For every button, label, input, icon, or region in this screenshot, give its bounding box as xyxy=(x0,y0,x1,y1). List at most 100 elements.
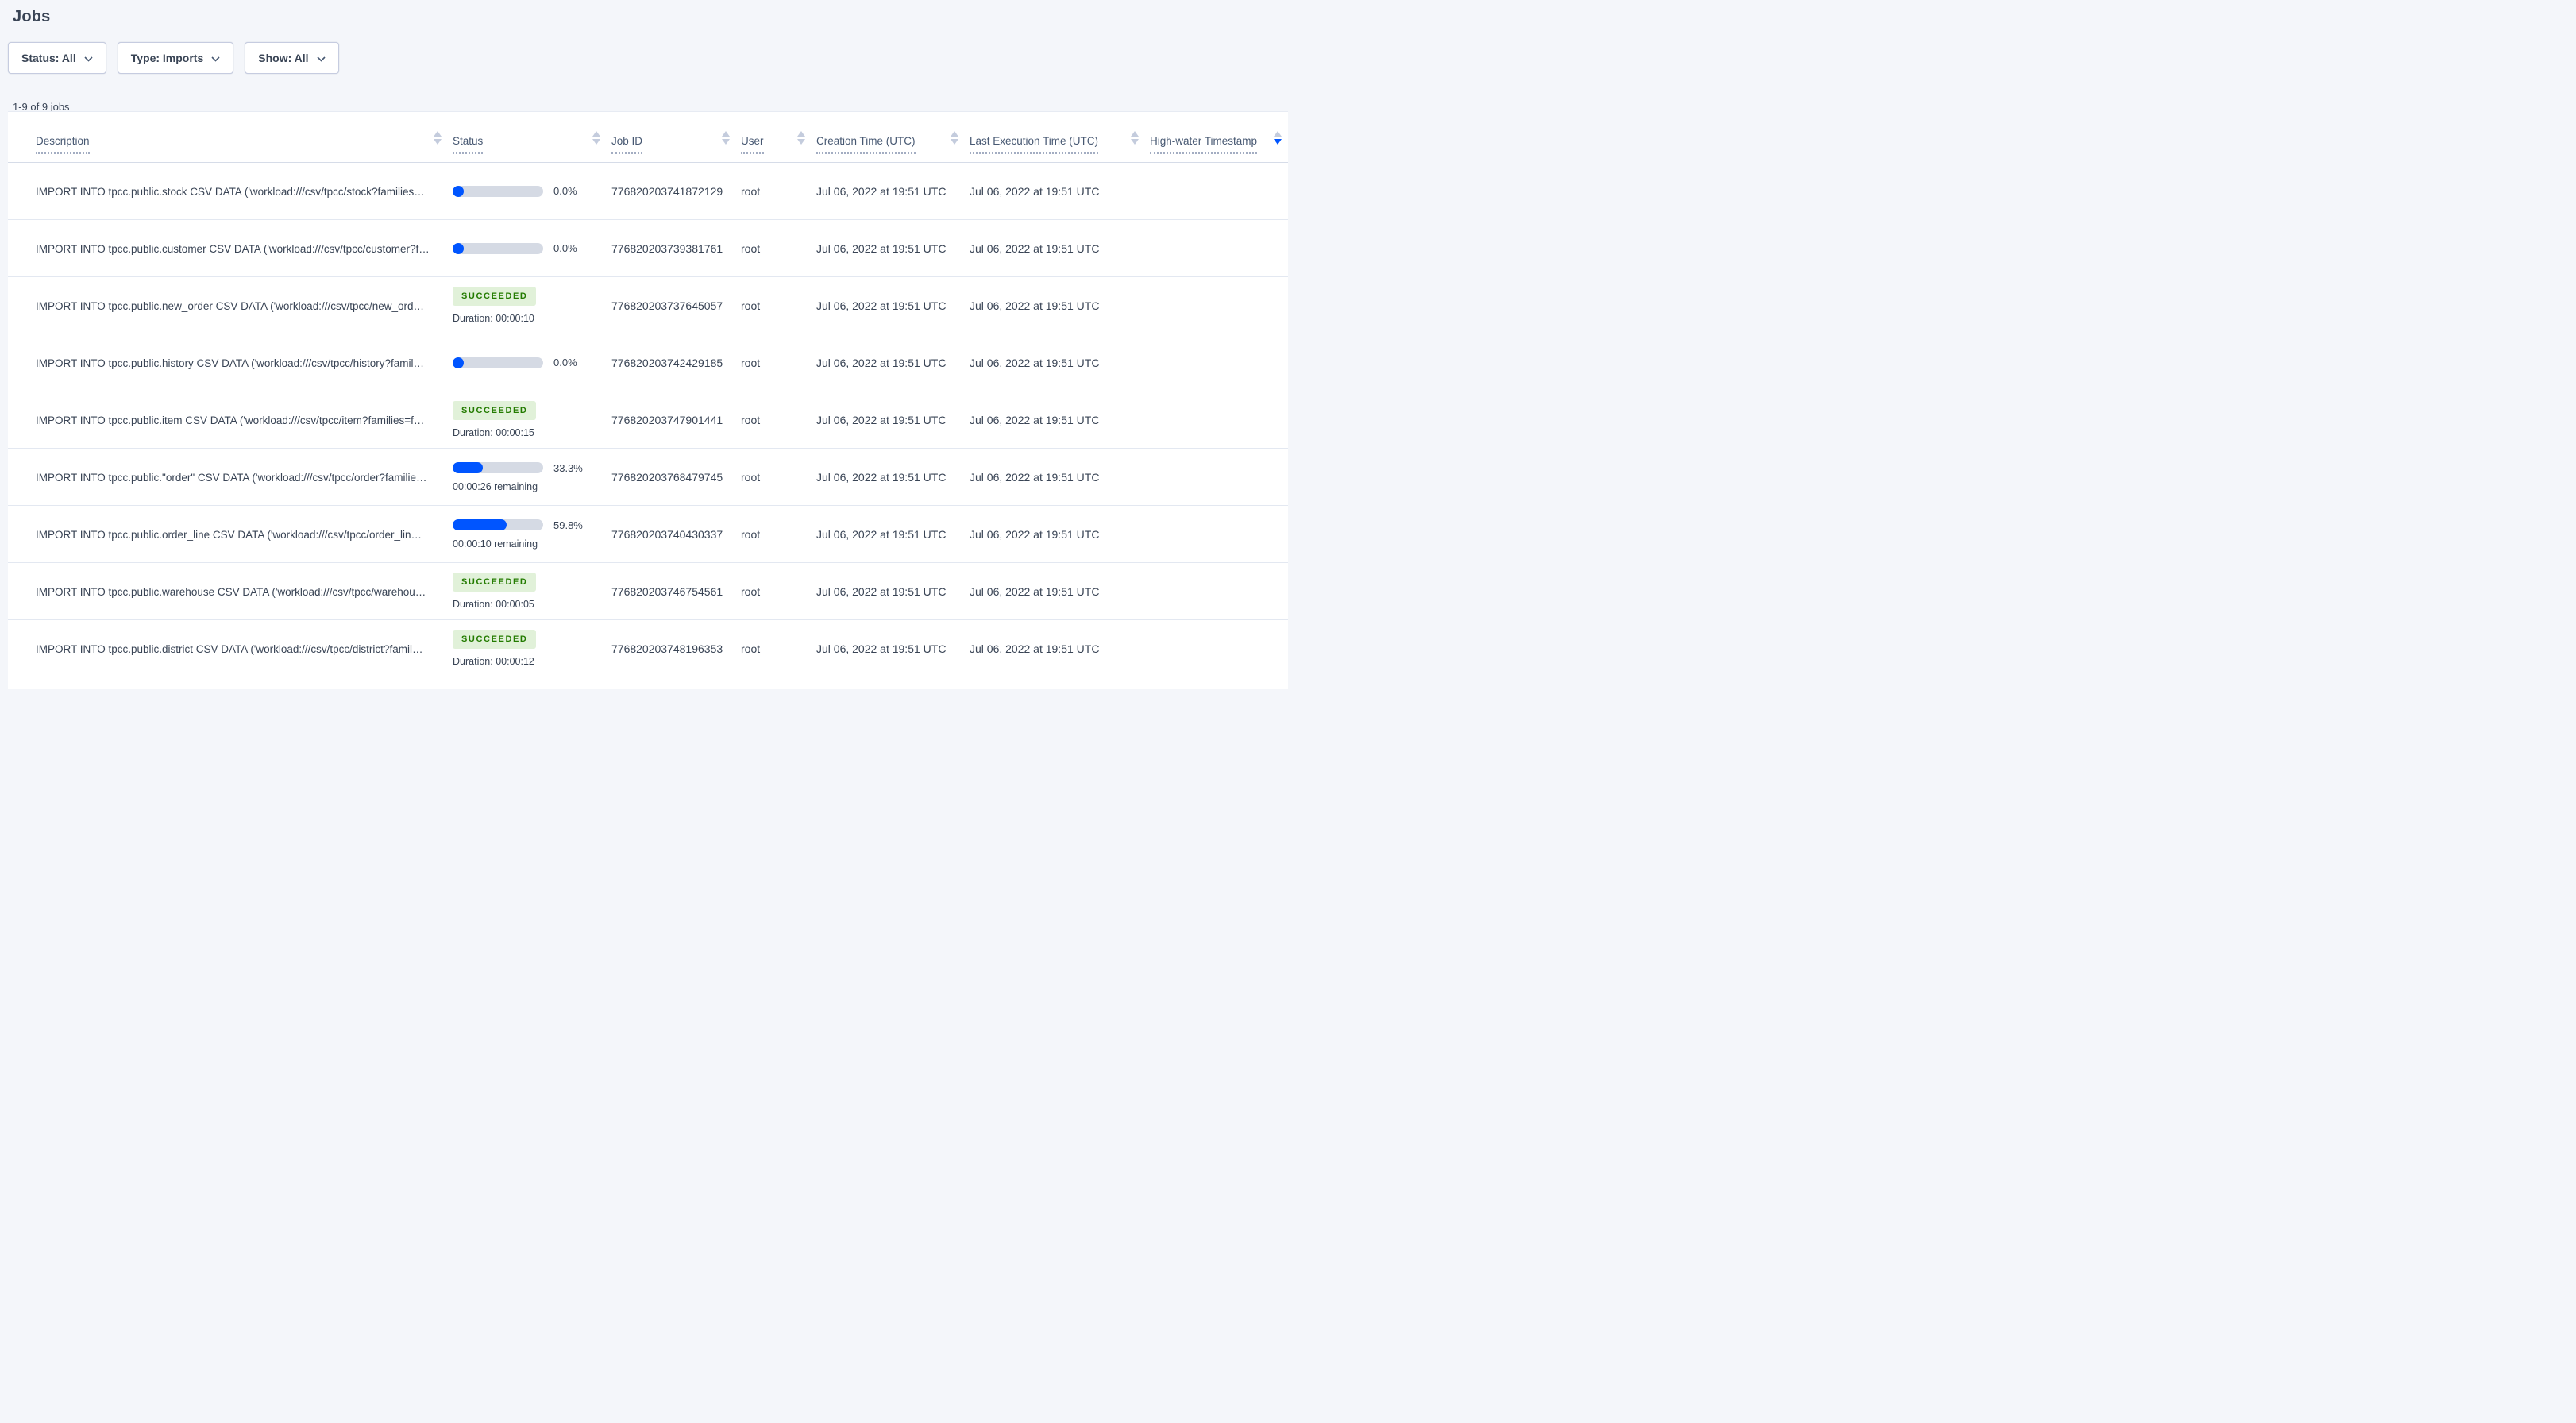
progress-percent: 0.0% xyxy=(553,242,577,254)
show-filter-dropdown[interactable]: Show: All xyxy=(245,42,339,74)
sort-arrows-icon xyxy=(951,131,958,145)
status-subtext: Duration: 00:00:15 xyxy=(453,427,534,438)
progress-track xyxy=(453,242,543,254)
job-creation-time-cell: Jul 06, 2022 at 19:51 UTC xyxy=(816,184,947,198)
status-badge: SUCCEEDED xyxy=(453,287,537,306)
column-header-job-id[interactable]: Job ID xyxy=(611,131,741,162)
progress-track xyxy=(453,462,543,473)
job-last-execution-time-cell: Jul 06, 2022 at 19:51 UTC xyxy=(970,241,1100,255)
status-subtext: Duration: 00:00:12 xyxy=(453,656,534,667)
job-description-cell: IMPORT INTO tpcc.public.district CSV DAT… xyxy=(8,642,453,655)
column-header-description[interactable]: Description xyxy=(8,131,453,162)
job-description: IMPORT INTO tpcc.public."order" CSV DATA… xyxy=(36,471,427,484)
page-title: Jobs xyxy=(13,8,51,25)
table-row: IMPORT INTO tpcc.public.stock CSV DATA (… xyxy=(8,163,1288,220)
job-description: IMPORT INTO tpcc.public.item CSV DATA ('… xyxy=(36,414,425,426)
job-status-cell: SUCCEEDED Duration: 00:00:10 xyxy=(453,287,611,324)
job-last-execution-time-cell: Jul 06, 2022 at 19:51 UTC xyxy=(970,356,1100,369)
status-subtext: Duration: 00:00:10 xyxy=(453,313,534,324)
status-filter-dropdown[interactable]: Status: All xyxy=(8,42,106,74)
progress-track xyxy=(453,185,543,197)
progress-fill xyxy=(453,242,464,254)
status-filter-label: Status: All xyxy=(21,52,76,64)
job-description: IMPORT INTO tpcc.public.customer CSV DAT… xyxy=(36,242,430,255)
chevron-down-icon xyxy=(316,56,326,62)
sort-arrows-icon xyxy=(592,131,600,145)
column-header-status[interactable]: Status xyxy=(453,131,611,162)
job-status-cell: 0.0% xyxy=(453,242,611,254)
progress-bar: 0.0% xyxy=(453,357,611,368)
job-user-cell: root xyxy=(741,584,761,598)
sort-desc-icon xyxy=(1274,131,1282,145)
progress-percent: 0.0% xyxy=(553,185,577,197)
type-filter-label: Type: Imports xyxy=(130,52,204,64)
table-row: IMPORT INTO tpcc.public.warehouse CSV DA… xyxy=(8,563,1288,620)
chevron-down-icon xyxy=(84,56,93,62)
job-user-cell: root xyxy=(741,470,761,484)
job-last-execution-time-cell: Jul 06, 2022 at 19:51 UTC xyxy=(970,470,1100,484)
progress-percent: 59.8% xyxy=(553,519,583,531)
job-creation-time-cell: Jul 06, 2022 at 19:51 UTC xyxy=(816,642,947,655)
type-filter-dropdown[interactable]: Type: Imports xyxy=(117,42,234,74)
sort-arrows-icon xyxy=(434,131,442,145)
job-creation-time-cell: Jul 06, 2022 at 19:51 UTC xyxy=(816,527,947,541)
job-creation-time-cell: Jul 06, 2022 at 19:51 UTC xyxy=(816,470,947,484)
job-description: IMPORT INTO tpcc.public.order_line CSV D… xyxy=(36,528,422,541)
job-status-cell: 0.0% xyxy=(453,185,611,197)
progress-percent: 0.0% xyxy=(553,357,577,368)
job-user-cell: root xyxy=(741,241,761,255)
progress-percent: 33.3% xyxy=(553,461,583,474)
sort-arrows-icon xyxy=(797,131,805,145)
job-last-execution-time-cell: Jul 06, 2022 at 19:51 UTC xyxy=(970,413,1100,426)
job-description-cell: IMPORT INTO tpcc.public.stock CSV DATA (… xyxy=(8,185,453,198)
column-header-last-execution-time[interactable]: Last Execution Time (UTC) xyxy=(970,131,1150,162)
progress-fill xyxy=(453,357,464,368)
job-status-cell: SUCCEEDED Duration: 00:00:12 xyxy=(453,630,611,667)
table-row: IMPORT INTO tpcc.public.district CSV DAT… xyxy=(8,620,1288,677)
progress-track xyxy=(453,357,543,368)
sort-arrows-icon xyxy=(722,131,730,145)
job-last-execution-time-cell: Jul 06, 2022 at 19:51 UTC xyxy=(970,642,1100,655)
job-creation-time-cell: Jul 06, 2022 at 19:51 UTC xyxy=(816,584,947,598)
progress-bar: 0.0% xyxy=(453,242,611,254)
job-status-cell: 0.0% xyxy=(453,357,611,368)
table-body: IMPORT INTO tpcc.public.stock CSV DATA (… xyxy=(8,163,1288,677)
table-row: IMPORT INTO tpcc.public."order" CSV DATA… xyxy=(8,449,1288,506)
job-description: IMPORT INTO tpcc.public.warehouse CSV DA… xyxy=(36,585,426,598)
job-status-cell: 33.3% 00:00:26 remaining xyxy=(453,462,611,492)
table-header-row: Description Status Job ID User Creation … xyxy=(8,112,1288,163)
table-row: IMPORT INTO tpcc.public.customer CSV DAT… xyxy=(8,220,1288,277)
job-id-cell: 776820203739381761 xyxy=(611,241,723,255)
progress-fill xyxy=(453,462,483,473)
table-row: IMPORT INTO tpcc.public.new_order CSV DA… xyxy=(8,277,1288,334)
job-user-cell: root xyxy=(741,413,761,426)
job-description-cell: IMPORT INTO tpcc.public.order_line CSV D… xyxy=(8,528,453,541)
job-user-cell: root xyxy=(741,356,761,369)
status-subtext: 00:00:10 remaining xyxy=(453,538,538,550)
job-id-cell: 776820203746754561 xyxy=(611,584,723,598)
job-description-cell: IMPORT INTO tpcc.public.warehouse CSV DA… xyxy=(8,585,453,598)
job-last-execution-time-cell: Jul 06, 2022 at 19:51 UTC xyxy=(970,299,1100,312)
job-user-cell: root xyxy=(741,184,761,198)
column-header-user[interactable]: User xyxy=(741,131,816,162)
job-id-cell: 776820203737645057 xyxy=(611,299,723,312)
job-last-execution-time-cell: Jul 06, 2022 at 19:51 UTC xyxy=(970,527,1100,541)
job-description-cell: IMPORT INTO tpcc.public."order" CSV DATA… xyxy=(8,471,453,484)
job-description: IMPORT INTO tpcc.public.stock CSV DATA (… xyxy=(36,185,425,198)
job-id-cell: 776820203741872129 xyxy=(611,184,723,198)
status-subtext: 00:00:26 remaining xyxy=(453,480,538,492)
job-last-execution-time-cell: Jul 06, 2022 at 19:51 UTC xyxy=(970,184,1100,198)
job-id-cell: 776820203748196353 xyxy=(611,642,723,655)
column-header-creation-time[interactable]: Creation Time (UTC) xyxy=(816,131,970,162)
table-row: IMPORT INTO tpcc.public.history CSV DATA… xyxy=(8,334,1288,391)
job-last-execution-time-cell: Jul 06, 2022 at 19:51 UTC xyxy=(970,584,1100,598)
column-header-high-water-timestamp[interactable]: High-water Timestamp xyxy=(1150,131,1288,162)
job-id-cell: 776820203740430337 xyxy=(611,527,723,541)
status-subtext: Duration: 00:00:05 xyxy=(453,599,534,610)
job-description: IMPORT INTO tpcc.public.history CSV DATA… xyxy=(36,357,424,369)
job-description: IMPORT INTO tpcc.public.district CSV DAT… xyxy=(36,642,423,655)
table-row: IMPORT INTO tpcc.public.item CSV DATA ('… xyxy=(8,391,1288,449)
job-description-cell: IMPORT INTO tpcc.public.history CSV DATA… xyxy=(8,357,453,369)
job-user-cell: root xyxy=(741,299,761,312)
job-user-cell: root xyxy=(741,642,761,655)
